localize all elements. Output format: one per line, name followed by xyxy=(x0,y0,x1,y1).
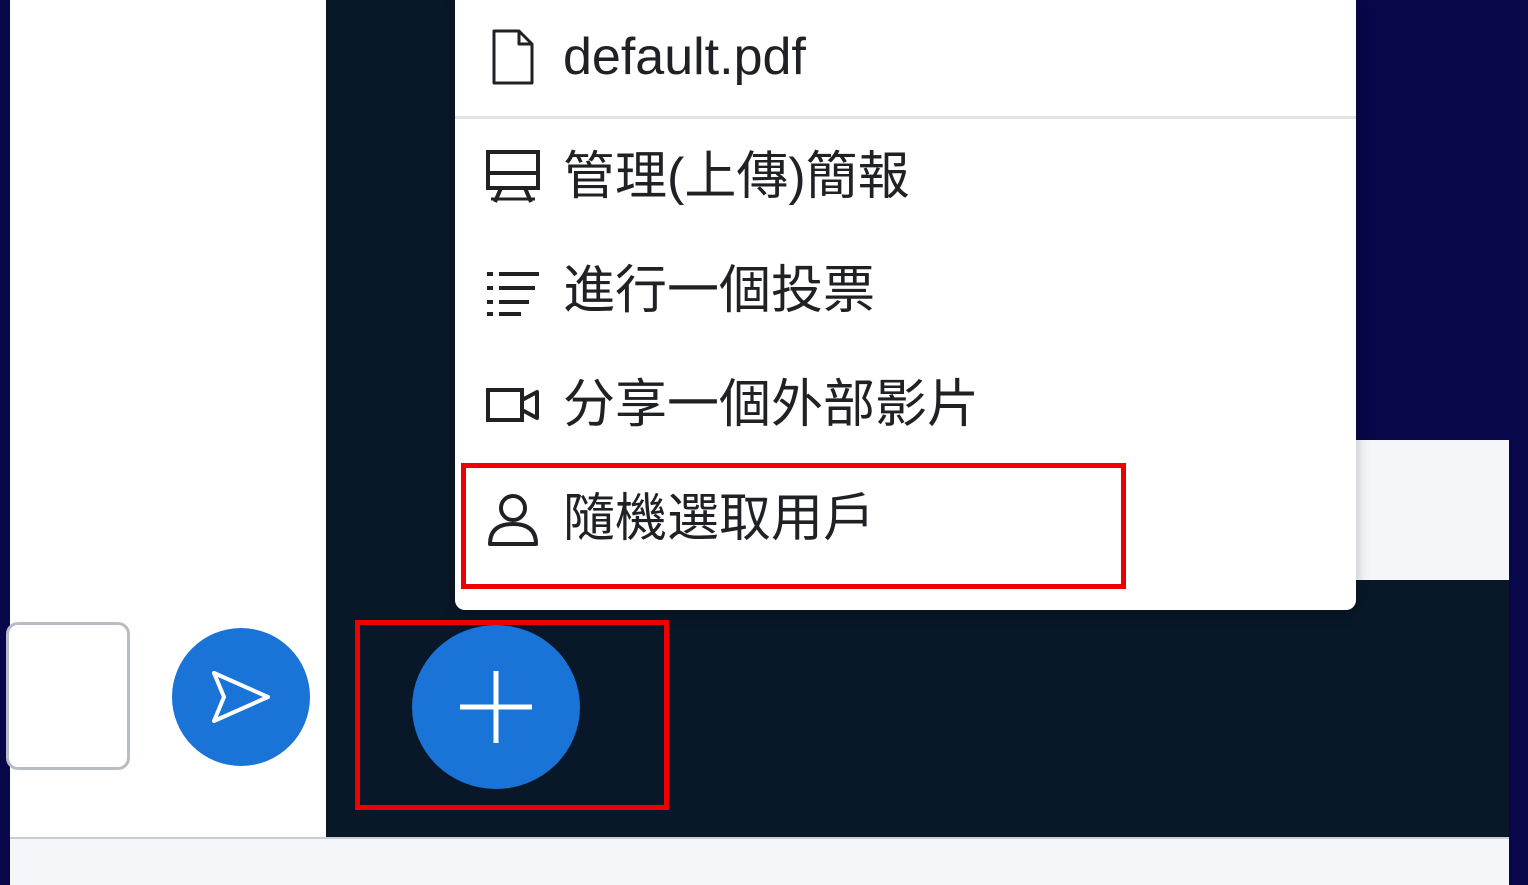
menu-item-label: 進行一個投票 xyxy=(563,262,876,320)
video-camera-icon xyxy=(483,375,543,435)
chat-message-input[interactable] xyxy=(6,622,130,770)
file-icon xyxy=(483,27,543,87)
menu-item-start-poll[interactable]: 進行一個投票 xyxy=(455,236,1356,346)
menu-item-default-pdf[interactable]: default.pdf xyxy=(455,2,1356,112)
chat-panel xyxy=(6,0,326,837)
menu-item-share-external-video[interactable]: 分享一個外部影片 xyxy=(455,350,1356,460)
menu-item-label: default.pdf xyxy=(563,28,806,86)
side-panel-strip xyxy=(1356,440,1509,580)
menu-divider xyxy=(455,116,1356,119)
menu-item-label: 管理(上傳)簡報 xyxy=(563,148,910,206)
window-background xyxy=(1356,0,1509,440)
send-arrow-icon xyxy=(212,671,270,723)
menu-item-label: 分享一個外部影片 xyxy=(563,376,980,434)
presentation-icon xyxy=(483,147,543,207)
send-message-button[interactable] xyxy=(172,628,310,766)
poll-list-icon xyxy=(483,261,543,321)
menu-item-manage-presentations[interactable]: 管理(上傳)簡報 xyxy=(455,122,1356,232)
bottom-bar xyxy=(10,837,1509,885)
highlight-box-plus-button xyxy=(355,620,669,810)
highlight-box-random-user xyxy=(461,463,1126,589)
